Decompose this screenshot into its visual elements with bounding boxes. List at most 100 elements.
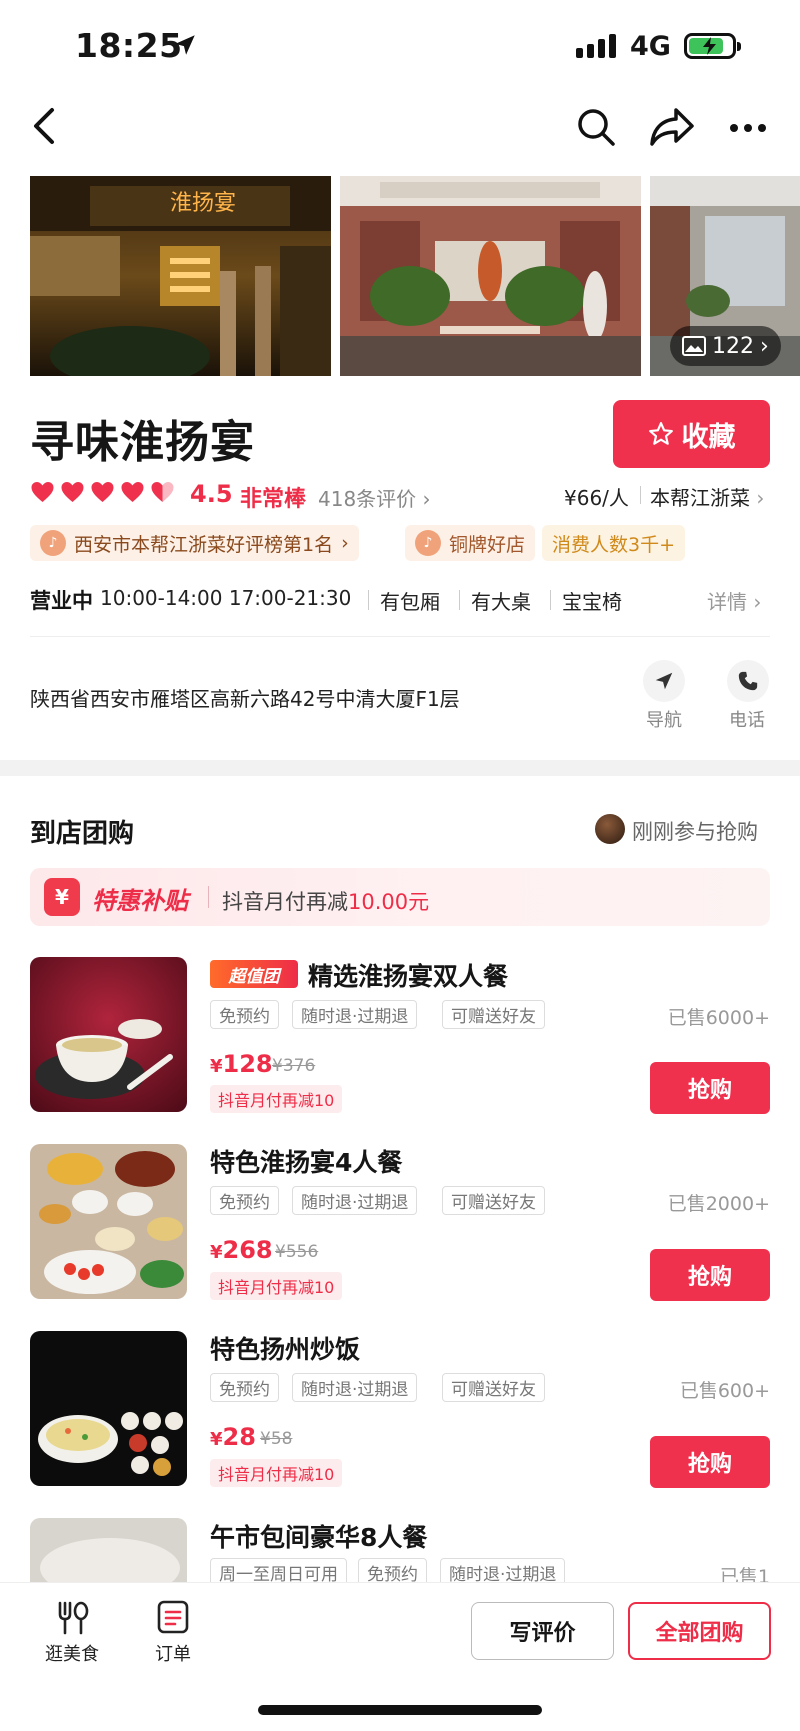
deal-price-value: 268 — [222, 1236, 273, 1264]
search-icon[interactable] — [575, 106, 617, 148]
heart-icon — [121, 482, 144, 502]
currency-symbol: ¥ — [210, 1429, 223, 1450]
tab-order-label[interactable]: 订单 — [155, 1640, 191, 1666]
deal-sold-count: 已售2000+ — [667, 1193, 770, 1215]
navigation-label[interactable]: 导航 — [646, 706, 682, 732]
douyin-icon: ♪ — [415, 530, 441, 556]
deal-price-value: 128 — [222, 1050, 273, 1078]
deal-chip: 可赠送好友 — [442, 1373, 545, 1402]
deal-pay-tag: 抖音月付再减10 — [210, 1272, 343, 1300]
tab-food-label[interactable]: 逛美食 — [45, 1640, 99, 1666]
popularity-tag: 消费人数3千+ — [542, 525, 686, 561]
half-heart-icon — [151, 482, 174, 502]
rating-word: 非常棒 — [240, 487, 307, 512]
chevron-right-icon: › — [341, 532, 349, 554]
phone-label[interactable]: 电话 — [729, 706, 765, 732]
phone-button[interactable] — [727, 660, 769, 702]
deal-badge: 超值团 — [210, 960, 298, 988]
deal-original-price: ¥376 — [272, 1056, 316, 1076]
avatar — [595, 814, 625, 844]
bronze-shop-tag: ♪ 铜牌好店 — [405, 525, 536, 561]
details-label: 详情 — [707, 590, 747, 614]
details-link[interactable]: 详情 › — [707, 586, 761, 615]
deal-image[interactable] — [30, 1331, 187, 1486]
divider — [368, 590, 369, 610]
divider — [640, 486, 641, 504]
price-per-person: ¥66/人 — [564, 486, 629, 510]
photo-count-badge[interactable]: 122 › — [670, 326, 781, 366]
heart-icon — [91, 482, 114, 502]
heart-icon — [31, 482, 54, 502]
deal-sold-count: 已售6000+ — [667, 1007, 770, 1029]
deal-chip: 可赠送好友 — [442, 1186, 545, 1215]
currency-symbol: ¥ — [210, 1242, 223, 1263]
share-icon[interactable] — [648, 106, 696, 148]
more-icon[interactable] — [728, 106, 768, 148]
deal-title[interactable]: 精选淮扬宴双人餐 — [308, 957, 508, 993]
home-indicator — [258, 1705, 542, 1715]
chevron-right-icon: › — [416, 487, 431, 511]
currency-symbol: ¥ — [210, 1056, 223, 1077]
deal-sold-count: 已售600+ — [679, 1380, 770, 1402]
gallery-photo-entrance[interactable]: 淮扬宴 — [30, 176, 331, 376]
deal-price: ¥28 — [210, 1423, 256, 1451]
deal-pay-tag: 抖音月付再减10 — [210, 1085, 343, 1113]
section-title: 到店团购 — [30, 819, 135, 849]
network-type: 4G — [630, 31, 671, 62]
deal-original-price: ¥58 — [260, 1429, 293, 1449]
review-count-link[interactable]: 418条评价 › — [318, 483, 431, 512]
gallery-photo-lobby[interactable] — [340, 176, 641, 376]
ranking-tag[interactable]: ♪ 西安市本帮江浙菜好评榜第1名 › — [30, 525, 359, 561]
cuisine: 本帮江浙菜 — [650, 486, 750, 510]
order-icon[interactable] — [157, 1600, 189, 1636]
divider — [550, 590, 551, 610]
address[interactable]: 陕西省西安市雁塔区高新六路42号中清大厦F1层 — [30, 683, 460, 712]
navigation-arrow-icon — [655, 672, 673, 690]
deal-title[interactable]: 午市包间豪华8人餐 — [210, 1518, 427, 1554]
write-review-button[interactable]: 写评价 — [471, 1602, 614, 1660]
chevron-right-icon: › — [747, 590, 762, 614]
buy-button[interactable]: 抢购 — [650, 1436, 770, 1488]
all-deals-button[interactable]: 全部团购 — [628, 1602, 771, 1660]
back-icon[interactable] — [30, 106, 58, 146]
deal-chip: 免预约 — [210, 1186, 279, 1215]
favorite-label: 收藏 — [681, 421, 736, 453]
deal-price-value: 28 — [222, 1423, 256, 1451]
douyin-icon: ♪ — [40, 530, 66, 556]
facility-baby-chair: 宝宝椅 — [562, 590, 622, 614]
deal-title[interactable]: 特色扬州炒饭 — [210, 1330, 360, 1366]
divider — [459, 590, 460, 610]
popularity-text: 消费人数3千+ — [552, 533, 676, 556]
deal-title[interactable]: 特色淮扬宴4人餐 — [210, 1143, 402, 1179]
star-icon — [648, 422, 673, 445]
recent-purchase-text: 刚刚参与抢购 — [632, 820, 758, 844]
chevron-right-icon: › — [750, 486, 765, 510]
deal-image[interactable] — [30, 1518, 187, 1582]
subsidy-text: 抖音月付再减10.00元 — [222, 886, 429, 916]
deal-image[interactable] — [30, 1144, 187, 1299]
subsidy-amount: 10.00元 — [348, 890, 430, 914]
rating-hearts — [30, 481, 175, 503]
deal-chip: 免预约 — [210, 1373, 279, 1402]
deal-image[interactable] — [30, 957, 187, 1112]
deal-chip: 随时退·过期退 — [292, 1000, 418, 1029]
fork-spoon-icon[interactable] — [55, 1600, 91, 1636]
deal-chip: 免预约 — [210, 1000, 279, 1029]
favorite-button[interactable]: 收藏 — [613, 400, 770, 468]
image-icon — [682, 336, 706, 356]
buy-button[interactable]: 抢购 — [650, 1062, 770, 1114]
shop-sign-text: 淮扬宴 — [170, 191, 236, 216]
deal-price: ¥268 — [210, 1236, 273, 1264]
shop-name: 寻味淮扬宴 — [30, 417, 255, 468]
deal-price: ¥128 — [210, 1050, 273, 1078]
section-gap — [0, 760, 800, 776]
cuisine-link[interactable]: 本帮江浙菜 › — [650, 482, 764, 511]
bronze-shop-text: 铜牌好店 — [449, 533, 526, 556]
buy-button[interactable]: 抢购 — [650, 1249, 770, 1301]
facility-private-room: 有包厢 — [380, 590, 440, 614]
signal-icon — [576, 34, 616, 58]
hours-status: 营业中 — [30, 589, 93, 613]
status-time: 18:25 — [75, 26, 183, 65]
navigation-button[interactable] — [643, 660, 685, 702]
review-count: 418条评价 — [318, 487, 417, 511]
